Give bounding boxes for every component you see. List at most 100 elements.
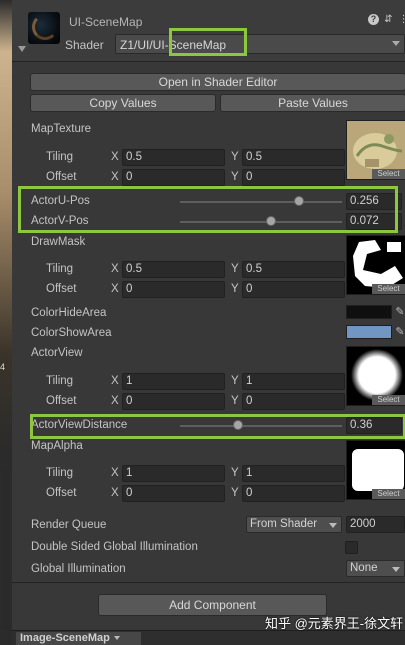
double-sided-gi-checkbox[interactable] bbox=[345, 541, 358, 554]
map-alpha-tiling-y-field[interactable]: 1 bbox=[242, 465, 345, 482]
scene-edge-shadow bbox=[2, 470, 10, 630]
more-options-icon[interactable]: ⋮ bbox=[398, 14, 405, 25]
axis-x-label: X bbox=[111, 263, 119, 275]
actor-view-select-button[interactable]: Select bbox=[372, 395, 405, 405]
map-texture-tiling-x-field[interactable]: 0.5 bbox=[122, 149, 225, 166]
watermark-text: 知乎 @元素界王-徐文轩 bbox=[265, 616, 404, 631]
shader-label: Shader bbox=[65, 38, 104, 52]
render-queue-value-field[interactable]: 2000 bbox=[346, 516, 405, 533]
foldout-arrow-icon[interactable] bbox=[18, 46, 26, 52]
map-texture-tiling-y-field[interactable]: 0.5 bbox=[242, 149, 345, 166]
double-sided-gi-label: Double Sided Global Illumination bbox=[31, 541, 198, 553]
axis-x-label: X bbox=[111, 375, 119, 387]
color-show-area-label: ColorShowArea bbox=[31, 327, 112, 339]
actor-u-pos-slider-track[interactable] bbox=[180, 201, 342, 203]
axis-x-label: X bbox=[111, 395, 119, 407]
actor-view-tiling-label: Tiling bbox=[46, 375, 74, 387]
help-icon[interactable]: ? bbox=[368, 14, 379, 25]
actor-u-pos-value-field[interactable]: 0.256 bbox=[346, 193, 402, 210]
bottom-tab-image-scenemap[interactable]: Image-SceneMap bbox=[16, 632, 141, 645]
inspector-panel: UI-SceneMap ? ⇵ ⋮ Shader Z1/UI/UI-SceneM… bbox=[12, 0, 405, 645]
actor-view-distance-slider-handle[interactable] bbox=[233, 420, 244, 430]
actor-view-tiling-y-field[interactable]: 1 bbox=[242, 373, 345, 390]
color-hide-area-label: ColorHideArea bbox=[31, 307, 107, 319]
actor-view-offset-y-field[interactable]: 0 bbox=[242, 393, 345, 410]
map-texture-label: MapTexture bbox=[31, 123, 92, 135]
axis-y-label: Y bbox=[231, 171, 239, 183]
actor-view-tiling-x-field[interactable]: 1 bbox=[122, 373, 225, 390]
global-illumination-dropdown[interactable]: None bbox=[346, 560, 405, 577]
map-alpha-offset-x-field[interactable]: 0 bbox=[122, 485, 225, 502]
axis-y-label: Y bbox=[231, 283, 239, 295]
color-show-area-swatch[interactable] bbox=[346, 325, 392, 339]
render-queue-label: Render Queue bbox=[31, 519, 107, 531]
axis-x-label: X bbox=[111, 467, 119, 479]
draw-mask-tiling-label: Tiling bbox=[46, 263, 74, 275]
axis-x-label: X bbox=[111, 283, 119, 295]
actor-v-pos-slider-track[interactable] bbox=[180, 221, 342, 223]
map-alpha-label: MapAlpha bbox=[31, 440, 83, 452]
chevron-down-icon bbox=[392, 567, 400, 572]
map-texture-offset-label: Offset bbox=[46, 171, 77, 183]
chevron-down-icon bbox=[329, 523, 337, 528]
axis-x-label: X bbox=[111, 151, 119, 163]
render-queue-mode-dropdown[interactable]: From Shader bbox=[246, 516, 342, 533]
actor-v-pos-label: ActorV-Pos bbox=[31, 215, 89, 227]
actor-view-label: ActorView bbox=[31, 347, 83, 359]
actor-view-distance-slider-track[interactable] bbox=[180, 425, 342, 427]
map-alpha-slot[interactable]: Select bbox=[346, 440, 405, 500]
paste-values-button[interactable]: Paste Values bbox=[220, 94, 405, 112]
actor-v-pos-value-field[interactable]: 0.072 bbox=[346, 213, 402, 230]
chevron-down-icon bbox=[113, 636, 120, 641]
actor-v-pos-slider-handle[interactable] bbox=[266, 216, 276, 226]
axis-x-label: X bbox=[111, 487, 119, 499]
material-preview-thumbnail bbox=[28, 12, 60, 44]
map-texture-select-button[interactable]: Select bbox=[372, 169, 405, 179]
actor-view-slot[interactable]: Select bbox=[346, 346, 405, 406]
draw-mask-tiling-x-field[interactable]: 0.5 bbox=[122, 261, 225, 278]
color-hide-area-swatch[interactable] bbox=[346, 305, 392, 319]
preset-icon[interactable]: ⇵ bbox=[383, 14, 394, 25]
draw-mask-offset-x-field[interactable]: 0 bbox=[122, 281, 225, 298]
map-texture-offset-y-field[interactable]: 0 bbox=[242, 169, 345, 186]
eyedropper-icon[interactable]: ✎ bbox=[393, 325, 405, 339]
actor-u-pos-label: ActorU-Pos bbox=[31, 195, 90, 207]
map-texture-tiling-label: Tiling bbox=[46, 151, 74, 163]
actor-u-pos-slider-handle[interactable] bbox=[294, 196, 304, 206]
shader-dropdown[interactable]: Z1/UI/UI-SceneMap bbox=[115, 34, 405, 54]
draw-mask-slot[interactable]: Select bbox=[346, 235, 405, 295]
material-header: UI-SceneMap ? ⇵ ⋮ Shader Z1/UI/UI-SceneM… bbox=[12, 0, 405, 62]
actor-view-distance-value-field[interactable]: 0.36 bbox=[346, 417, 402, 434]
axis-y-label: Y bbox=[231, 375, 239, 387]
axis-y-label: Y bbox=[231, 263, 239, 275]
draw-mask-offset-label: Offset bbox=[46, 283, 77, 295]
bottom-tab-label: Image-SceneMap bbox=[20, 632, 110, 644]
map-texture-slot[interactable]: Select bbox=[346, 120, 405, 180]
axis-y-label: Y bbox=[231, 151, 239, 163]
section-divider bbox=[12, 582, 405, 583]
eyedropper-icon[interactable]: ✎ bbox=[393, 305, 405, 319]
draw-mask-select-button[interactable]: Select bbox=[372, 284, 405, 294]
scene-edge-number: 4 bbox=[0, 362, 6, 372]
global-illumination-label: Global Illumination bbox=[31, 563, 126, 575]
map-alpha-select-button[interactable]: Select bbox=[372, 489, 405, 499]
map-alpha-offset-label: Offset bbox=[46, 487, 77, 499]
draw-mask-offset-y-field[interactable]: 0 bbox=[242, 281, 345, 298]
axis-y-label: Y bbox=[231, 467, 239, 479]
actor-view-offset-label: Offset bbox=[46, 395, 77, 407]
scene-view-strip: 4 bbox=[0, 0, 12, 645]
open-shader-editor-button[interactable]: Open in Shader Editor bbox=[30, 73, 405, 91]
shader-dropdown-value: Z1/UI/UI-SceneMap bbox=[120, 38, 227, 52]
axis-x-label: X bbox=[111, 171, 119, 183]
map-alpha-tiling-x-field[interactable]: 1 bbox=[122, 465, 225, 482]
map-alpha-offset-y-field[interactable]: 0 bbox=[242, 485, 345, 502]
global-illumination-value: None bbox=[350, 562, 378, 574]
map-texture-offset-x-field[interactable]: 0 bbox=[122, 169, 225, 186]
material-title: UI-SceneMap bbox=[69, 15, 143, 29]
actor-view-distance-label: ActorViewDistance bbox=[31, 419, 128, 431]
actor-view-offset-x-field[interactable]: 0 bbox=[122, 393, 225, 410]
header-icons: ? ⇵ ⋮ bbox=[368, 14, 405, 25]
draw-mask-tiling-y-field[interactable]: 0.5 bbox=[242, 261, 345, 278]
copy-values-button[interactable]: Copy Values bbox=[30, 94, 216, 112]
axis-y-label: Y bbox=[231, 395, 239, 407]
